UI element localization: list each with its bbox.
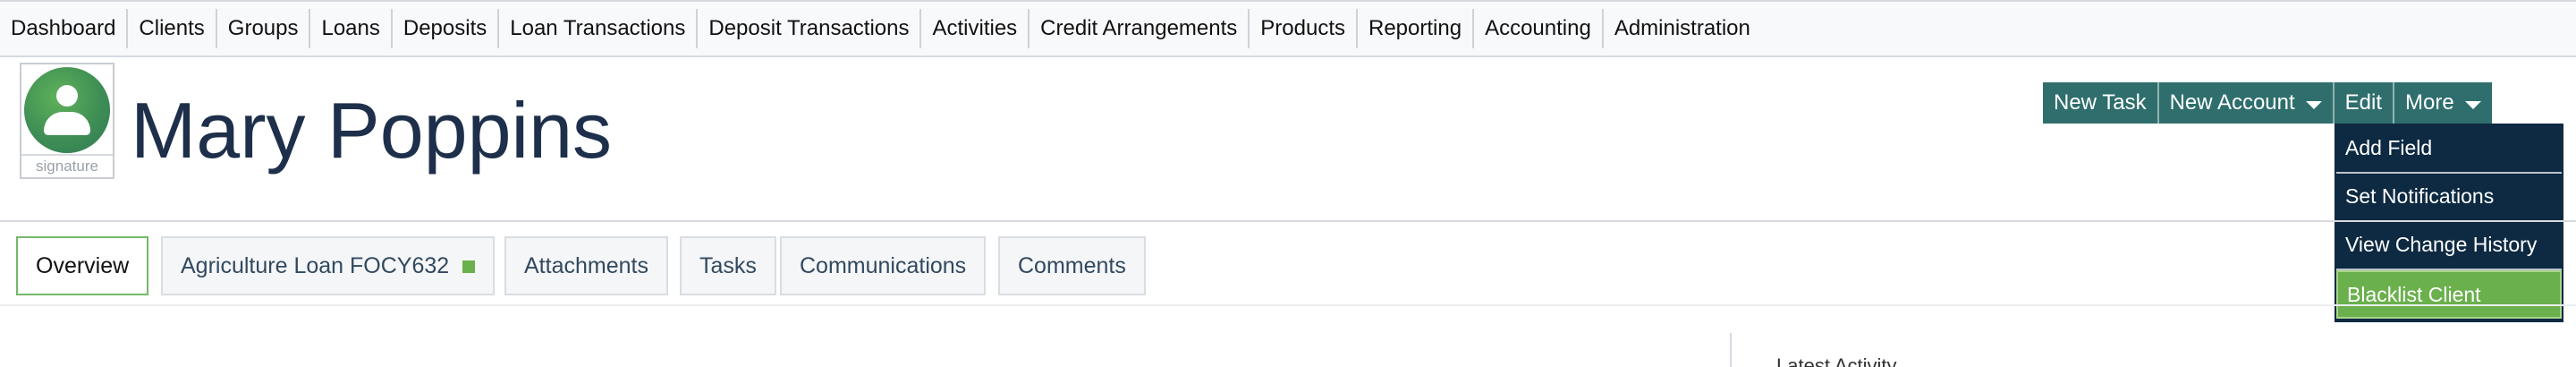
latest-activity-heading: Latest Activity xyxy=(1776,354,1897,367)
tab-tasks-label: Tasks xyxy=(699,253,757,278)
nav-loan-transactions[interactable]: Loan Transactions xyxy=(499,9,699,48)
avatar-body-shape xyxy=(44,112,90,135)
signature-label[interactable]: signature xyxy=(21,154,113,177)
tab-comments[interactable]: Comments xyxy=(998,236,1146,295)
tab-agriculture-loan-label: Agriculture Loan FOCY632 xyxy=(181,253,450,278)
top-navigation: Dashboard Clients Groups Loans Deposits … xyxy=(0,0,2576,57)
header-divider xyxy=(0,220,2576,222)
tab-communications[interactable]: Communications xyxy=(780,236,987,295)
edit-button[interactable]: Edit xyxy=(2334,82,2395,124)
avatar-user-icon xyxy=(24,67,110,153)
menu-item-add-field[interactable]: Add Field xyxy=(2336,125,2562,174)
avatar-head-shape xyxy=(56,85,78,107)
tab-overview[interactable]: Overview xyxy=(16,236,149,295)
tab-comments-label: Comments xyxy=(1018,253,1126,278)
side-panel-divider xyxy=(1730,333,1732,367)
tab-communications-label: Communications xyxy=(800,253,967,278)
caret-down-icon xyxy=(2464,100,2481,109)
more-label: More xyxy=(2405,90,2454,115)
nav-credit-arrangements[interactable]: Credit Arrangements xyxy=(1030,9,1250,48)
tab-attachments-label: Attachments xyxy=(524,253,648,278)
tabs-divider xyxy=(0,304,2576,306)
nav-administration[interactable]: Administration xyxy=(1604,9,1761,48)
client-avatar-frame[interactable]: signature xyxy=(20,63,114,179)
nav-deposit-transactions[interactable]: Deposit Transactions xyxy=(698,9,922,48)
tab-overview-label: Overview xyxy=(36,253,130,278)
client-name-title: Mary Poppins xyxy=(131,86,613,175)
menu-item-blacklist-client[interactable]: Blacklist Client xyxy=(2336,270,2562,319)
nav-groups[interactable]: Groups xyxy=(217,9,311,48)
nav-dashboard[interactable]: Dashboard xyxy=(0,9,129,48)
nav-activities[interactable]: Activities xyxy=(921,9,1030,48)
caret-down-icon xyxy=(2305,100,2322,109)
new-task-label: New Task xyxy=(2054,90,2147,115)
menu-item-set-notifications[interactable]: Set Notifications xyxy=(2336,174,2562,222)
client-action-bar: New Task New Account Edit More xyxy=(2043,82,2492,124)
nav-clients[interactable]: Clients xyxy=(128,9,217,48)
nav-loans[interactable]: Loans xyxy=(310,9,393,48)
new-account-label: New Account xyxy=(2169,90,2295,115)
new-task-button[interactable]: New Task xyxy=(2043,82,2159,124)
nav-reporting[interactable]: Reporting xyxy=(1358,9,1475,48)
tab-tasks[interactable]: Tasks xyxy=(680,236,776,295)
tab-agriculture-loan[interactable]: Agriculture Loan FOCY632 xyxy=(161,236,496,295)
more-dropdown-menu: Add Field Set Notifications View Change … xyxy=(2334,124,2563,322)
account-status-square-icon xyxy=(462,260,476,274)
menu-item-view-change-history[interactable]: View Change History xyxy=(2336,222,2562,270)
new-account-button[interactable]: New Account xyxy=(2159,82,2334,124)
edit-label: Edit xyxy=(2344,90,2383,115)
nav-deposits[interactable]: Deposits xyxy=(393,9,500,48)
more-button[interactable]: More xyxy=(2394,82,2492,124)
nav-accounting[interactable]: Accounting xyxy=(1474,9,1604,48)
tab-attachments[interactable]: Attachments xyxy=(504,236,668,295)
nav-products[interactable]: Products xyxy=(1250,9,1358,48)
